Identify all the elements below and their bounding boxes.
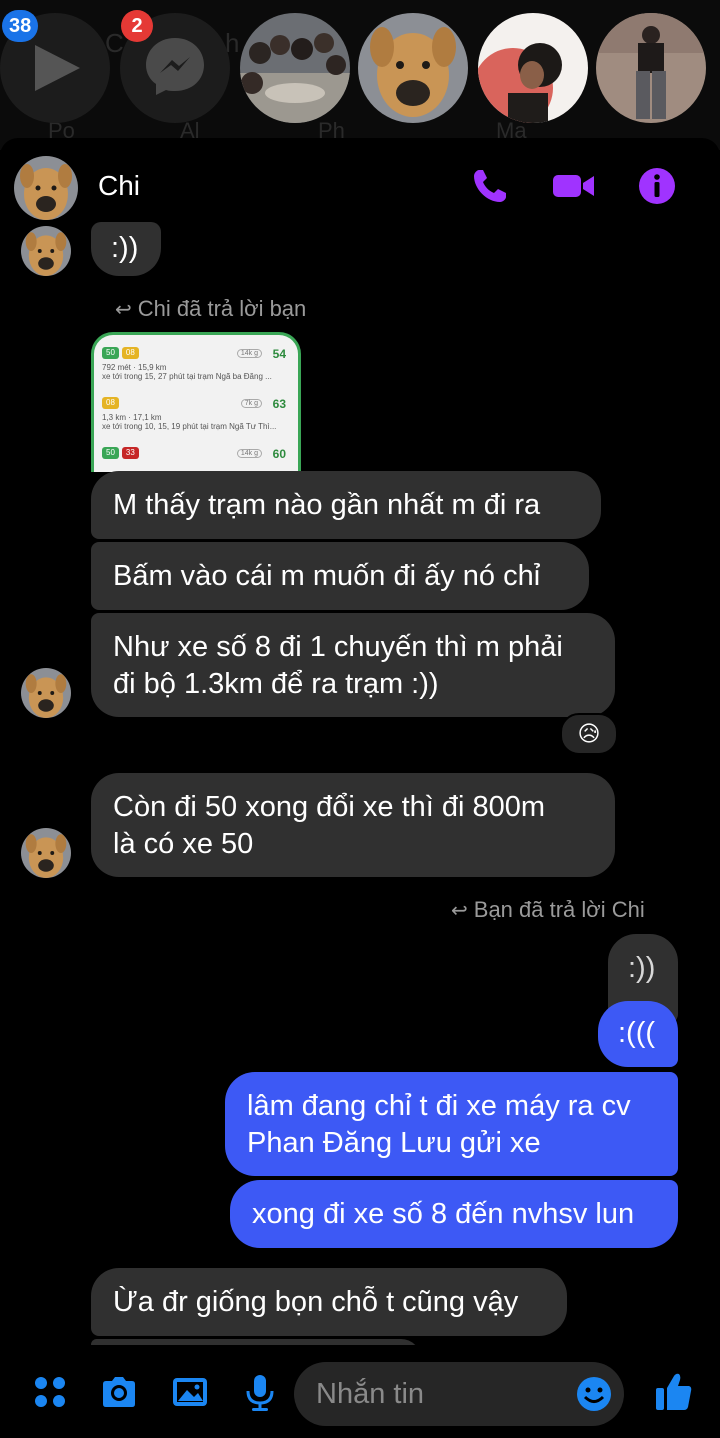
route-description: xe tới trong 10, 15, 19 phút tại trạm Ng… (102, 422, 277, 431)
group-photo-thumbnail (240, 13, 350, 123)
reply-indicator: ↩ Bạn đã trả lời Chi (451, 897, 645, 923)
person-thumbnail (478, 13, 588, 123)
reply-arrow-icon: ↩ (115, 299, 132, 321)
reply-indicator: ↩ Chi đã trả lời bạn (115, 296, 306, 322)
message-line: đi bộ 1.3km để ra trạm :)) (113, 668, 439, 700)
trip-distance: 15,9 km (138, 363, 167, 372)
dog-avatar-image (21, 226, 71, 276)
walk-distance: 1,3 km (102, 413, 127, 422)
video-badge: 38 (2, 10, 39, 42)
messenger-badge: 2 (121, 10, 153, 42)
dog-avatar-image (14, 156, 78, 220)
like-icon[interactable] (654, 1370, 694, 1410)
video-call-icon[interactable] (552, 166, 594, 206)
bus-tag: 08 (121, 347, 139, 359)
microphone-icon[interactable] (240, 1372, 280, 1412)
fashion-thumbnail (596, 13, 706, 123)
load-label: 7k g (240, 399, 262, 408)
message-bubble[interactable]: Bấm vào cái m muốn đi ấy nó chỉ (91, 542, 589, 610)
contact-avatar-small[interactable] (21, 828, 71, 878)
minutes-value: 63 (272, 397, 286, 411)
outgoing-message[interactable]: :((( (598, 1001, 678, 1067)
contact-avatar[interactable] (14, 156, 78, 220)
bus-tag: 33 (121, 447, 139, 459)
dog-thumbnail (358, 13, 468, 123)
message-bubble[interactable]: M thấy trạm nào gần nhất m đi ra (91, 471, 601, 539)
contact-name[interactable]: Chi (98, 170, 140, 202)
minutes-value: 60 (272, 447, 286, 461)
walk-distance: 792 mét (102, 363, 131, 372)
message-line: Còn đi 50 xong đổi xe thì đi 800m (113, 791, 546, 823)
gallery-icon[interactable] (170, 1372, 210, 1412)
route-option: 50 08 14k g 54 792 mét · 15,9 km xe tới t… (102, 347, 290, 391)
load-label: 14k g (236, 349, 262, 358)
story-group-photo[interactable] (240, 13, 350, 123)
dog-avatar-image (21, 828, 71, 878)
route-option: 50 33 14k g 60 (102, 447, 290, 472)
message-line: là có xe 50 (113, 828, 254, 860)
message-line: Phan Đăng Lưu gửi xe (247, 1127, 541, 1159)
menu-grid-icon[interactable] (30, 1372, 70, 1412)
message-bubble[interactable]: :)) (91, 222, 161, 276)
bus-tag: 50 (102, 447, 119, 459)
contact-avatar-small[interactable] (21, 668, 71, 718)
message-bubble[interactable]: Còn đi 50 xong đổi xe thì đi 800m là có … (91, 773, 615, 877)
story-person[interactable] (478, 13, 588, 123)
dog-avatar-image (21, 668, 71, 718)
route-option: 08 7k g 63 1,3 km · 17,1 km xe tới trong… (102, 397, 290, 441)
phone-icon[interactable] (470, 166, 510, 206)
route-description: xe tới trong 15, 27 phút tại trạm Ngã ba… (102, 372, 272, 381)
message-line: lâm đang chỉ t đi xe máy ra cv (247, 1090, 631, 1122)
emoji-icon[interactable] (574, 1374, 614, 1414)
contact-avatar-small[interactable] (21, 226, 71, 276)
message-bubble[interactable]: Như xe số 8 đi 1 chuyến thì m phải đi bộ… (91, 613, 615, 717)
message-reaction[interactable]: 😥 (560, 713, 618, 755)
reply-arrow-icon: ↩ (451, 900, 468, 922)
story-dog[interactable] (358, 13, 468, 123)
bus-tag: 50 (102, 347, 119, 359)
message-line: Như xe số 8 đi 1 chuyến thì m phải (113, 631, 563, 663)
reply-note-text: Chi đã trả lời bạn (137, 296, 307, 321)
minutes-value: 54 (272, 347, 286, 361)
outgoing-message[interactable]: lâm đang chỉ t đi xe máy ra cv Phan Đăng… (225, 1072, 678, 1176)
reply-note-text: Bạn đã trả lời Chi (473, 897, 645, 922)
bus-tag: 08 (102, 397, 119, 409)
message-bubble[interactable]: Ừa đr giống bọn chỗ t cũng vậy (91, 1268, 567, 1336)
camera-icon[interactable] (99, 1372, 139, 1412)
info-icon[interactable] (637, 166, 677, 206)
image-attachment[interactable]: 50 08 14k g 54 792 mét · 15,9 km xe tới t… (91, 332, 301, 472)
story-fashion[interactable] (596, 13, 706, 123)
trip-distance: 17,1 km (133, 413, 162, 422)
load-label: 14k g (236, 449, 262, 458)
outgoing-message[interactable]: xong đi xe số 8 đến nvhsv lun (230, 1180, 678, 1248)
